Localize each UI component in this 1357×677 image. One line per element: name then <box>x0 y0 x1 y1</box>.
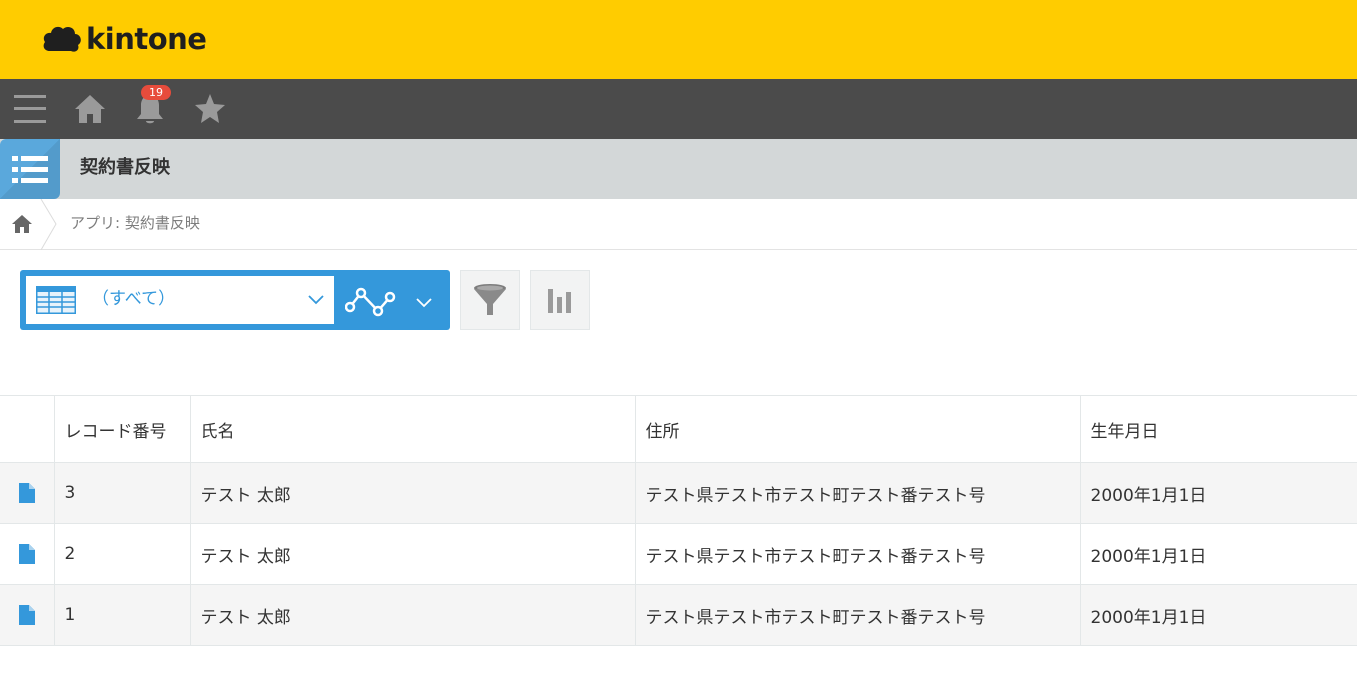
home-icon <box>12 215 32 233</box>
filter-button[interactable] <box>460 270 520 330</box>
breadcrumb <box>0 199 1357 250</box>
app-title: 契約書反映 <box>80 157 170 178</box>
table-header-row: レコード番号 氏名 住所 生年月日 <box>0 395 1357 463</box>
column-header-record-number[interactable]: レコード番号 <box>53 395 191 463</box>
birthdate-cell: 2000年1月1日 <box>1079 523 1357 585</box>
bar-chart-icon <box>548 289 571 313</box>
record-number-cell: 2 <box>53 523 191 585</box>
address-cell: テスト県テスト市テスト町テスト番テスト号 <box>634 462 1081 524</box>
breadcrumb-home[interactable] <box>0 199 44 249</box>
table-row[interactable]: 2 テスト 太郎 テスト県テスト市テスト町テスト番テスト号 2000年1月1日 <box>0 523 1357 585</box>
column-header-detail <box>0 395 55 463</box>
name-cell: テスト 太郎 <box>189 462 636 524</box>
record-detail-link[interactable] <box>0 462 55 524</box>
menu-button[interactable] <box>0 79 60 139</box>
brand-name: kintone <box>86 22 207 56</box>
document-icon <box>18 605 35 625</box>
records-table: レコード番号 氏名 住所 生年月日 3 テスト 太郎 テスト県テスト市テスト町テ… <box>0 395 1357 646</box>
column-header-name[interactable]: 氏名 <box>189 395 636 463</box>
graph-select-button[interactable] <box>334 276 450 324</box>
star-icon <box>195 94 225 123</box>
table-view-icon <box>36 286 76 314</box>
chevron-down-icon <box>416 298 432 308</box>
cloud-logo-icon <box>43 26 81 52</box>
list-app-icon <box>0 139 60 199</box>
kintone-logo[interactable]: kintone <box>42 21 207 57</box>
record-detail-link[interactable] <box>0 523 55 585</box>
birthdate-cell: 2000年1月1日 <box>1079 584 1357 646</box>
favorites-button[interactable] <box>180 79 240 139</box>
view-select-value: （すべて） <box>92 289 176 309</box>
table-row[interactable]: 3 テスト 太郎 テスト県テスト市テスト町テスト番テスト号 2000年1月1日 <box>0 462 1357 524</box>
address-cell: テスト県テスト市テスト町テスト番テスト号 <box>634 523 1081 585</box>
birthdate-cell: 2000年1月1日 <box>1079 462 1357 524</box>
app-header <box>0 139 1357 199</box>
table-row[interactable]: 1 テスト 太郎 テスト県テスト市テスト町テスト番テスト号 2000年1月1日 <box>0 584 1357 646</box>
home-icon <box>75 95 105 123</box>
record-number-cell: 1 <box>53 584 191 646</box>
breadcrumb-current[interactable]: アプリ: 契約書反映 <box>70 199 200 249</box>
record-number-cell: 3 <box>53 462 191 524</box>
breadcrumb-separator-icon <box>40 199 57 250</box>
document-icon <box>18 544 35 564</box>
graph-icon <box>345 287 396 317</box>
record-detail-link[interactable] <box>0 584 55 646</box>
home-button[interactable] <box>60 79 120 139</box>
menu-icon <box>14 95 46 123</box>
column-header-birthdate[interactable]: 生年月日 <box>1079 395 1357 463</box>
filter-icon <box>474 284 506 315</box>
chart-button[interactable] <box>530 270 590 330</box>
notification-badge: 19 <box>141 85 171 100</box>
name-cell: テスト 太郎 <box>189 584 636 646</box>
address-cell: テスト県テスト市テスト町テスト番テスト号 <box>634 584 1081 646</box>
view-select[interactable]: （すべて） <box>26 276 334 324</box>
chevron-down-icon <box>308 295 324 305</box>
column-header-address[interactable]: 住所 <box>634 395 1081 463</box>
document-icon <box>18 483 35 503</box>
name-cell: テスト 太郎 <box>189 523 636 585</box>
